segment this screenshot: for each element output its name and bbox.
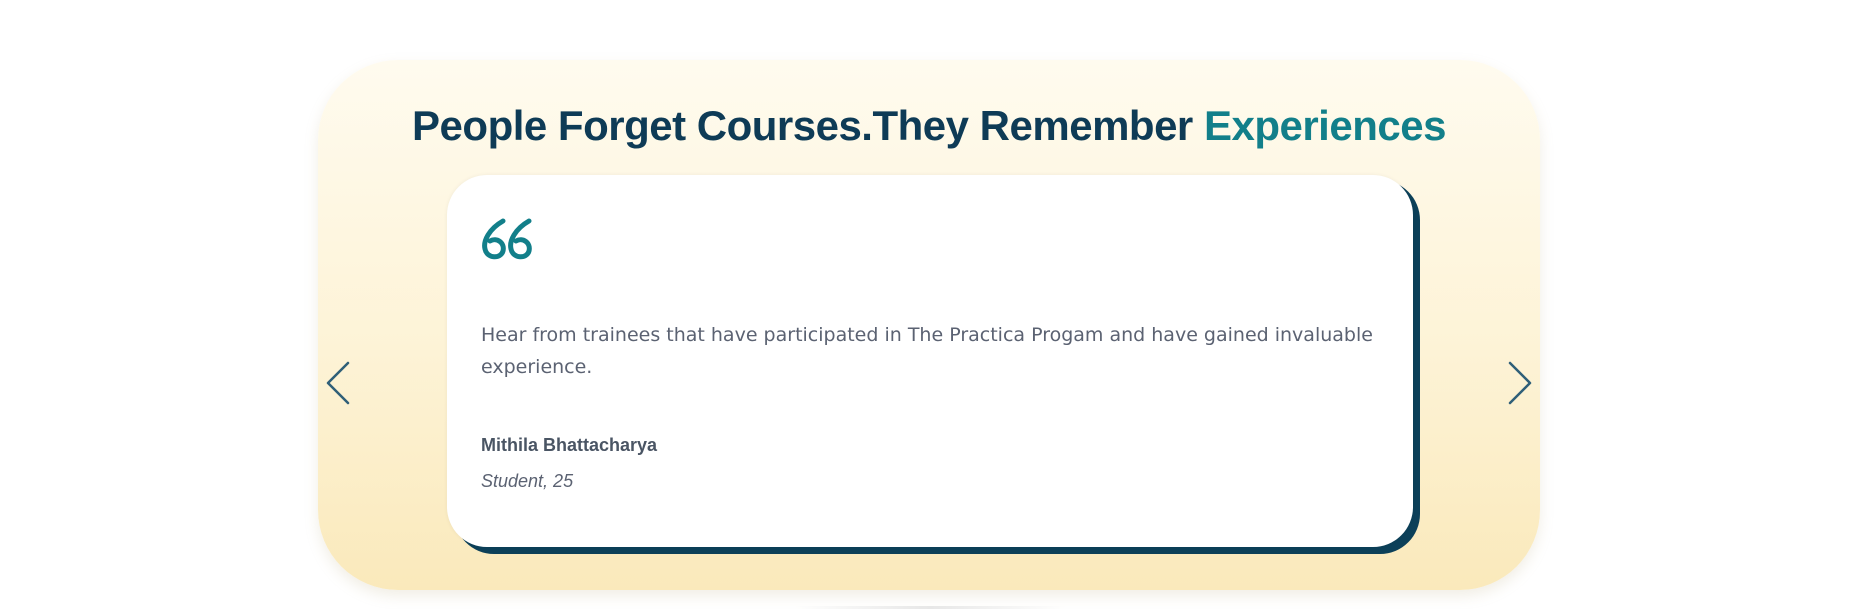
chevron-left-icon — [326, 361, 350, 405]
testimonial-author: Mithila Bhattacharya — [481, 435, 658, 455]
chevron-right-icon — [1508, 361, 1532, 405]
heading-accent-text: Experiences — [1203, 102, 1447, 149]
heading-main-text: People Forget Courses.They Remember — [412, 102, 1204, 149]
section-heading: People Forget Courses.They Remember Expe… — [318, 102, 1540, 150]
quote-open-icon — [482, 218, 532, 260]
testimonial-card: Hear from trainees that have participate… — [447, 175, 1413, 547]
previous-button[interactable] — [320, 359, 356, 407]
testimonial-role: Student, 25 — [481, 471, 574, 491]
testimonial-text: Hear from trainees that have participate… — [481, 324, 1373, 378]
next-button[interactable] — [1502, 359, 1538, 407]
page: People Forget Courses.They Remember Expe… — [0, 0, 1871, 609]
